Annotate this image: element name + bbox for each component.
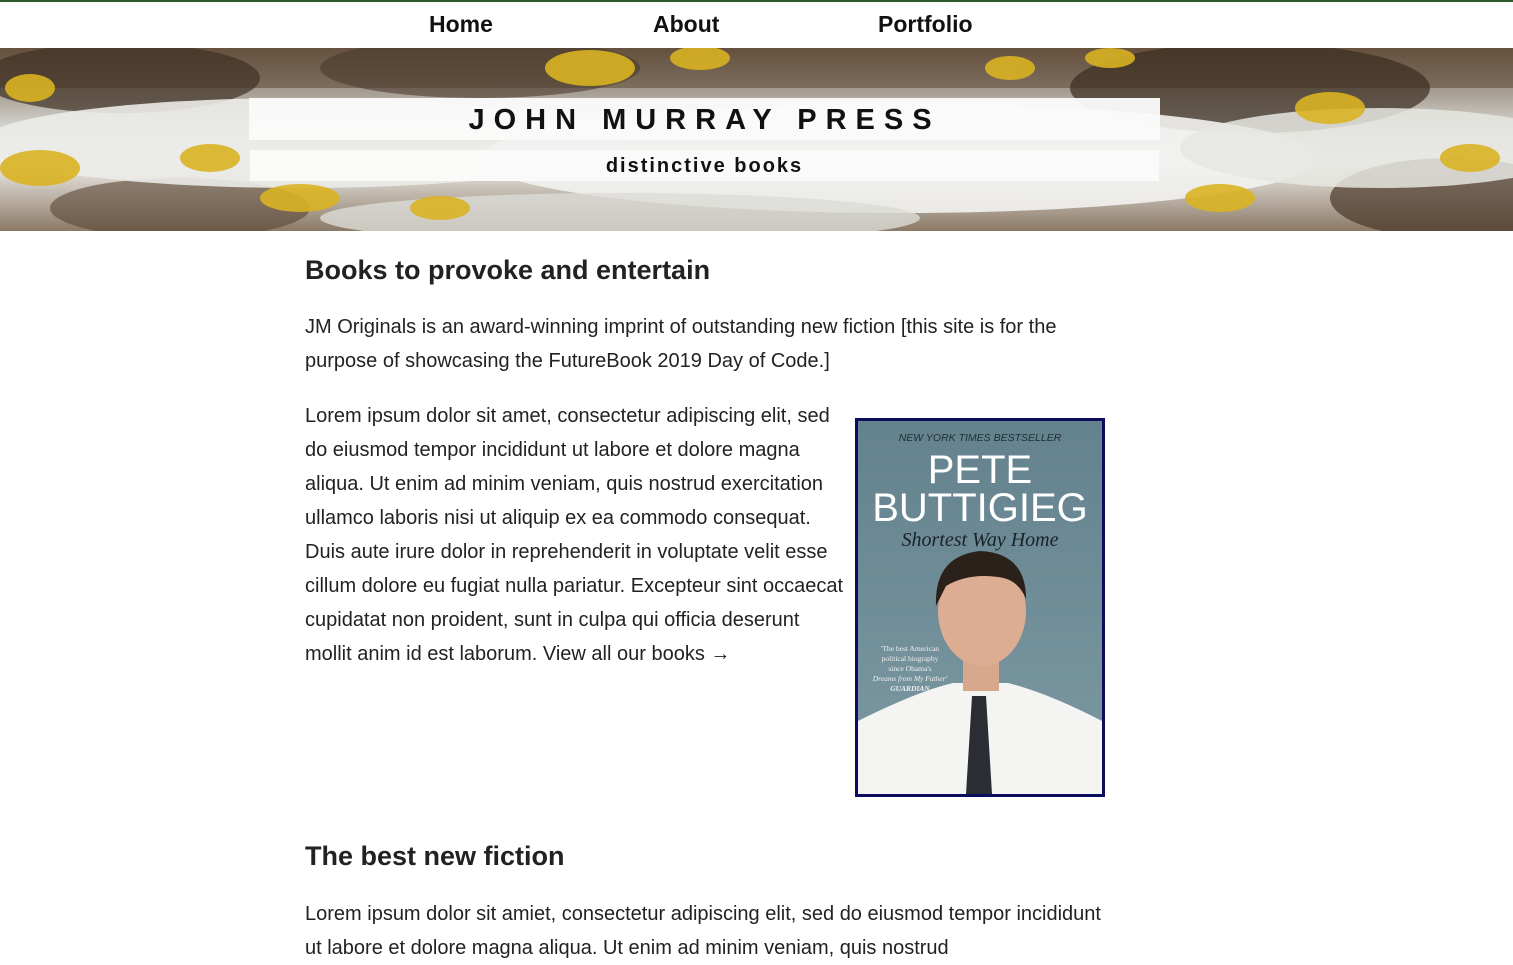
body-text: Lorem ipsum dolor sit amet, consectetur … [305, 405, 844, 665]
site-title: JOHN MURRAY PRESS [468, 104, 941, 136]
view-all-books-link[interactable]: View all our books → [543, 643, 731, 665]
site-subtitle: distinctive books [605, 155, 804, 177]
body-paragraph: Lorem ipsum dolor sit amet, consectetur … [305, 399, 845, 671]
cover-quote-source: GUARDIAN [890, 684, 930, 693]
section-heading-fiction: The best new fiction [305, 841, 565, 871]
top-navigation: Home About Portfolio [0, 2, 1513, 48]
site-title-box: JOHN MURRAY PRESS [249, 98, 1160, 140]
fiction-paragraph: Lorem ipsum dolor sit amiet, consectetur… [305, 903, 1101, 959]
cover-bestseller-text: NEW YORK TIMES BESTSELLER [899, 432, 1062, 444]
intro-paragraph: JM Originals is an award-winning imprint… [305, 316, 1057, 372]
nav-link-about[interactable]: About [653, 11, 719, 38]
cover-book-title: Shortest Way Home [901, 529, 1058, 551]
cover-quote-line-3: since Obama's [888, 664, 931, 673]
cover-author-last: BUTTIGIEG [872, 486, 1088, 530]
hero-banner: JOHN MURRAY PRESS distinctive books [0, 48, 1513, 231]
site-subtitle-box: distinctive books [250, 150, 1159, 181]
nav-link-home[interactable]: Home [429, 11, 493, 38]
cover-quote-line-2: political biography [882, 654, 939, 663]
cover-quote-line-1: 'The best American [881, 644, 939, 653]
book-cover-image[interactable]: NEW YORK TIMES BESTSELLER PETE BUTTIGIEG… [855, 418, 1105, 797]
cover-quote-line-4: Dreams from My Father' [872, 674, 948, 683]
book-cover-art: NEW YORK TIMES BESTSELLER PETE BUTTIGIEG… [858, 421, 1102, 794]
section-heading-provoke: Books to provoke and entertain [305, 255, 711, 285]
nav-link-portfolio[interactable]: Portfolio [878, 11, 973, 38]
